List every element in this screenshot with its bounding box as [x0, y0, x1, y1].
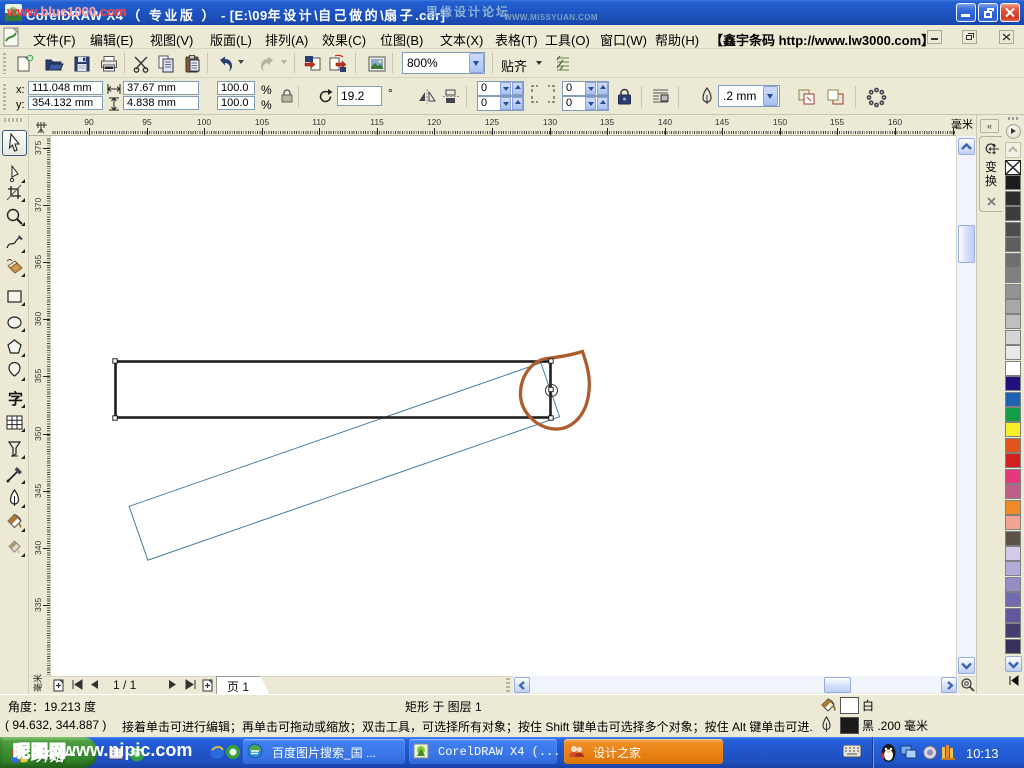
svg-text:毫米: 毫米	[32, 674, 43, 692]
